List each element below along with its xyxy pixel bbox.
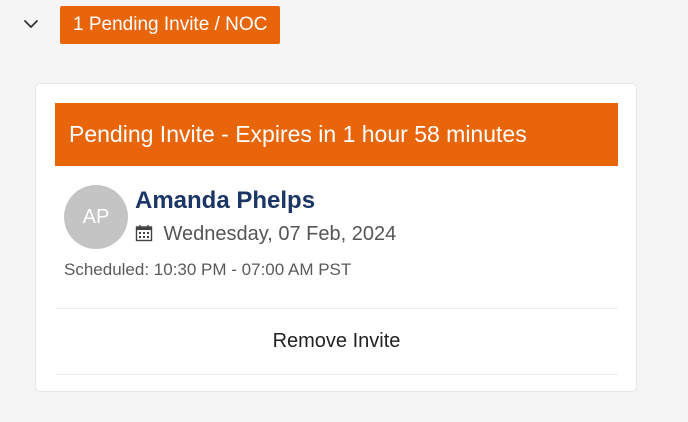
invitee-name: Amanda Phelps — [135, 187, 316, 214]
avatar: AP — [64, 185, 128, 249]
remove-invite-button[interactable]: Remove Invite — [55, 309, 618, 374]
chevron-down-icon[interactable] — [22, 15, 40, 33]
calendar-icon — [135, 224, 153, 242]
invite-date: Wednesday, 07 Feb, 2024 — [163, 223, 397, 245]
pending-invites-badge[interactable]: 1 Pending Invite / NOC — [60, 6, 281, 44]
invite-expiry-banner: Pending Invite - Expires in 1 hour 58 mi… — [55, 103, 618, 166]
schedule-time: Scheduled: 10:30 PM - 07:00 AM PST — [64, 260, 352, 279]
divider — [55, 374, 618, 375]
invite-card: Pending Invite - Expires in 1 hour 58 mi… — [35, 83, 637, 392]
invite-date-row: Wednesday, 07 Feb, 2024 — [135, 223, 396, 247]
pending-invites-section-header: 1 Pending Invite / NOC — [0, 0, 688, 50]
